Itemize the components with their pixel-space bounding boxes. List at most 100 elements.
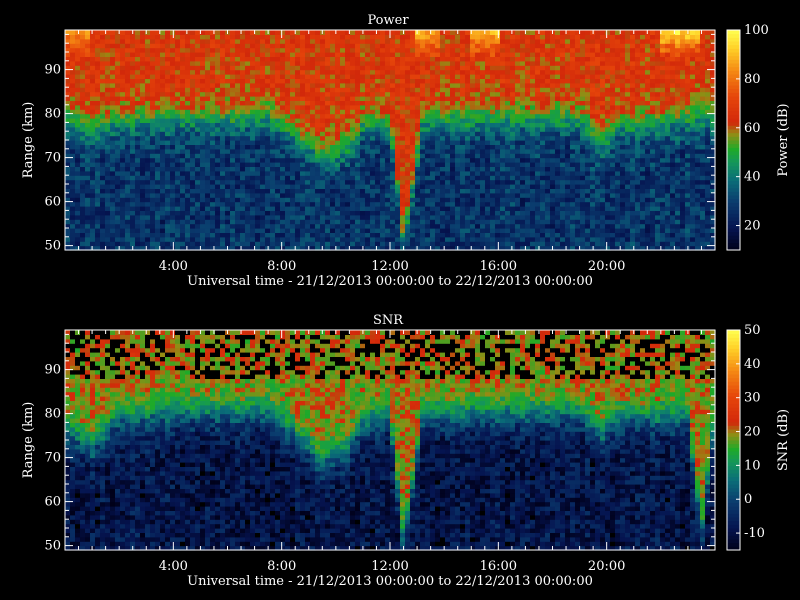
heatmap-cell (485, 69, 491, 75)
heatmap-cell (215, 56, 221, 62)
heatmap-cell (485, 228, 491, 233)
heatmap-cell (105, 201, 111, 207)
heatmap-cell (395, 60, 401, 66)
heatmap-cell (235, 201, 241, 207)
heatmap-cell (275, 82, 281, 88)
heatmap-cell (250, 82, 256, 88)
heatmap-cell (410, 175, 416, 181)
heatmap-cell (125, 69, 131, 75)
heatmap-cell (125, 157, 131, 163)
heatmap-cell (195, 166, 201, 172)
heatmap-cell (215, 144, 221, 150)
heatmap-cell (205, 175, 211, 181)
heatmap-cell (305, 34, 311, 40)
heatmap-cell (105, 82, 111, 88)
heatmap-cell (340, 100, 346, 106)
heatmap-cell (490, 232, 496, 238)
heatmap-cell (540, 52, 546, 57)
heatmap-cell (80, 206, 86, 211)
heatmap-cell (385, 91, 391, 97)
heatmap-cell (135, 214, 141, 220)
heatmap-cell (540, 100, 546, 106)
heatmap-cell (255, 43, 261, 49)
heatmap-cell (485, 60, 491, 66)
heatmap-cell (290, 82, 296, 88)
heatmap-cell (175, 232, 181, 238)
heatmap-cell (235, 166, 241, 172)
heatmap-cell (435, 228, 441, 233)
heatmap-cell (460, 236, 466, 242)
heatmap-cell (255, 162, 261, 167)
heatmap-cell (555, 96, 561, 101)
heatmap-cell (530, 69, 536, 75)
heatmap-cell (475, 228, 481, 233)
heatmap-cell (285, 74, 291, 79)
heatmap-cell (400, 100, 406, 106)
heatmap-cell (370, 197, 376, 203)
heatmap-cell (180, 91, 186, 97)
heatmap-cell (540, 157, 546, 163)
heatmap-cell (400, 148, 406, 154)
heatmap-cell (200, 91, 206, 97)
heatmap-cell (165, 38, 171, 44)
heatmap-cell (560, 192, 566, 198)
heatmap-cell (225, 87, 231, 93)
heatmap-cell (265, 122, 271, 128)
heatmap-cell (190, 162, 196, 167)
heatmap-cell (450, 179, 456, 185)
heatmap-cell (210, 122, 216, 128)
heatmap-cell (510, 38, 516, 44)
heatmap-cell (535, 30, 541, 35)
heatmap-cell (295, 236, 301, 242)
heatmap-cell (270, 104, 276, 110)
heatmap-cell (530, 201, 536, 207)
heatmap-cell (525, 109, 531, 115)
heatmap-cell (175, 122, 181, 128)
heatmap-cell (285, 52, 291, 57)
heatmap-cell (345, 126, 351, 132)
heatmap-cell (70, 122, 76, 128)
heatmap-cell (435, 104, 441, 110)
heatmap-cell (285, 65, 291, 71)
heatmap-cell (345, 91, 351, 97)
heatmap-cell (240, 232, 246, 238)
heatmap-cell (90, 122, 96, 128)
heatmap-cell (265, 82, 271, 88)
heatmap-cell (495, 122, 501, 128)
heatmap-cell (445, 144, 451, 150)
heatmap-cell (490, 43, 496, 49)
heatmap-cell (215, 34, 221, 40)
heatmap-cell (395, 219, 401, 225)
heatmap-cell (545, 219, 551, 225)
heatmap-cell (190, 140, 196, 145)
heatmap-cell (540, 56, 546, 62)
heatmap-cell (210, 201, 216, 207)
heatmap-cell (325, 30, 331, 35)
heatmap-cell (480, 192, 486, 198)
heatmap-cell (305, 179, 311, 185)
heatmap-cell (90, 232, 96, 238)
heatmap-cell (220, 153, 226, 159)
heatmap-cell (365, 56, 371, 62)
heatmap-cell (405, 126, 411, 132)
heatmap-cell (510, 206, 516, 211)
heatmap-cell (325, 192, 331, 198)
heatmap-cell (230, 206, 236, 211)
heatmap-cell (235, 228, 241, 233)
heatmap-cell (270, 109, 276, 115)
heatmap-cell (140, 201, 146, 207)
heatmap-cell (250, 162, 256, 167)
heatmap-cell (250, 144, 256, 150)
heatmap-cell (515, 131, 521, 137)
heatmap-cell (245, 201, 251, 207)
heatmap-cell (450, 60, 456, 66)
heatmap-cell (550, 69, 556, 75)
heatmap-cell (165, 78, 171, 84)
heatmap-cell (115, 223, 121, 229)
heatmap-cell (195, 232, 201, 238)
heatmap-cell (440, 96, 446, 101)
heatmap-cell (95, 56, 101, 62)
heatmap-cell (185, 122, 191, 128)
heatmap-cell (360, 100, 366, 106)
heatmap-cell (95, 192, 101, 198)
